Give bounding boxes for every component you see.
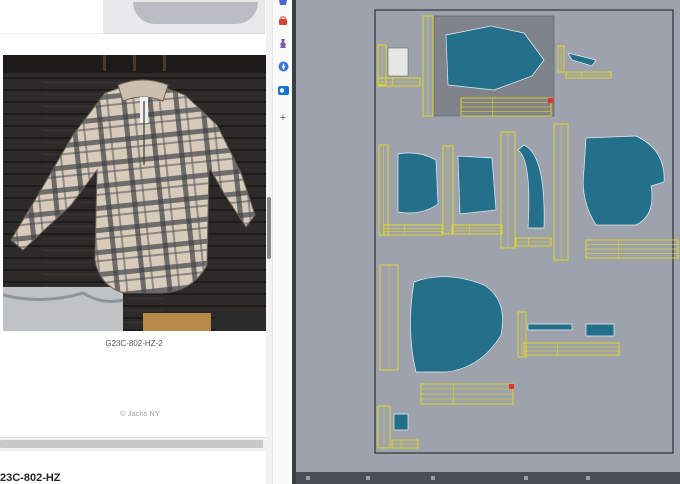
browser-sidebar: + xyxy=(272,0,293,484)
chess-piece-icon[interactable] xyxy=(278,38,288,48)
product-photo-caption: G23C-802-HZ-2 xyxy=(105,339,163,348)
tab-piece[interactable] xyxy=(585,323,615,337)
cad-status-bar xyxy=(296,472,680,484)
plus-icon[interactable]: + xyxy=(278,113,288,124)
red-marker[interactable] xyxy=(509,384,514,389)
pocket-flap-piece[interactable] xyxy=(567,52,597,67)
cad-drawing-area[interactable] xyxy=(296,0,680,484)
outlook-icon[interactable] xyxy=(278,85,289,95)
spec-table[interactable] xyxy=(383,224,443,236)
back-body-piece[interactable] xyxy=(410,276,503,373)
red-marker[interactable] xyxy=(548,98,553,103)
horizontal-scrollbar-thumb[interactable] xyxy=(0,440,263,448)
back-yoke-piece[interactable] xyxy=(457,155,497,215)
label-patch-piece[interactable] xyxy=(393,413,409,431)
cuff-piece[interactable] xyxy=(527,323,573,331)
compass-icon[interactable] xyxy=(278,61,289,72)
previous-product-image[interactable] xyxy=(103,0,265,34)
reference-thumbnail[interactable] xyxy=(387,47,409,77)
hood-panel-piece[interactable] xyxy=(582,135,665,226)
shopping-bag-icon[interactable] xyxy=(278,0,288,8)
brand-credit: © Jachs NY xyxy=(120,409,160,418)
toolbox-icon[interactable] xyxy=(278,16,288,26)
divider xyxy=(0,33,104,34)
facing-strip-piece[interactable] xyxy=(517,144,545,229)
product-heading: 23C-802-HZ xyxy=(0,472,61,484)
spec-table[interactable] xyxy=(523,342,620,356)
sleeve-panel-piece[interactable] xyxy=(397,152,439,214)
product-photo[interactable] xyxy=(3,55,266,331)
product-page: G23C-802-HZ-2 © Jachs NY 23C-802-HZ xyxy=(0,0,272,484)
vertical-scrollbar-thumb[interactable] xyxy=(267,197,271,259)
spec-table[interactable] xyxy=(451,224,503,235)
